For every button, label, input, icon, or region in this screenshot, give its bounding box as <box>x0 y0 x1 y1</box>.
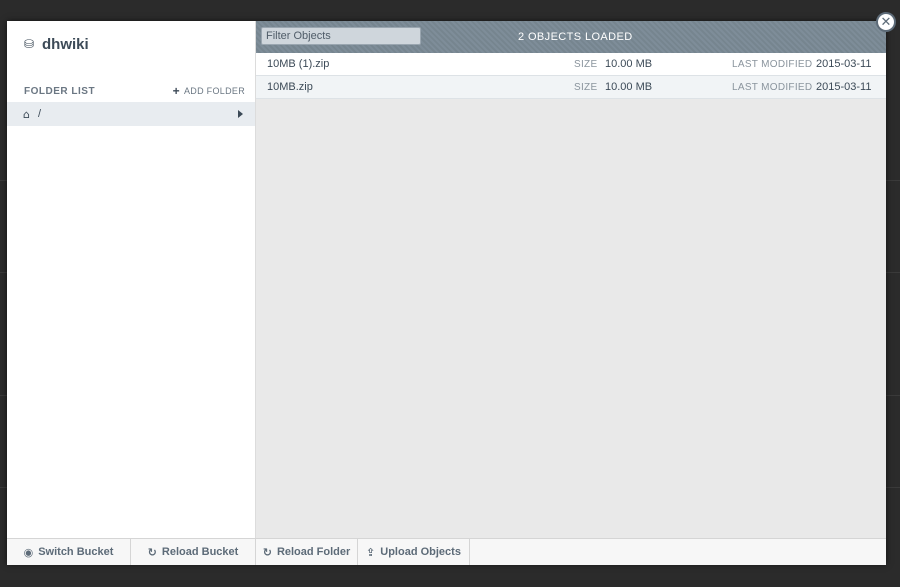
object-panel: 2 OBJECTS LOADED 10MB (1).zip SIZE 10.00… <box>256 21 886 538</box>
sidebar: ⛁ dhwiki FOLDER LIST + ADD FOLDER ⌂ / <box>7 21 256 538</box>
bucket-name: dhwiki <box>42 36 89 53</box>
file-size: 10.00 MB <box>605 58 653 70</box>
reload-folder-label: Reload Folder <box>276 546 351 558</box>
plus-icon: + <box>172 84 180 98</box>
upload-objects-button[interactable]: ⇪ Upload Objects <box>358 539 470 565</box>
size-label: SIZE <box>574 58 598 70</box>
file-name: 10MB.zip <box>267 81 313 93</box>
filter-objects-input[interactable] <box>261 27 421 45</box>
reload-bucket-button[interactable]: ↻ Reload Bucket <box>131 539 256 565</box>
upload-objects-label: Upload Objects <box>380 546 461 558</box>
s3-browser-modal: ⛁ dhwiki FOLDER LIST + ADD FOLDER ⌂ / 2 … <box>7 21 886 565</box>
chevron-right-icon <box>238 110 243 118</box>
switch-bucket-button[interactable]: ◉ Switch Bucket <box>7 539 131 565</box>
last-modified-date: 2015-03-11 <box>816 58 872 70</box>
bucket-title: ⛁ dhwiki <box>24 36 89 53</box>
switch-bucket-label: Switch Bucket <box>38 546 114 558</box>
file-row[interactable]: 10MB.zip SIZE 10.00 MB LAST MODIFIED 201… <box>256 76 886 99</box>
reload-bucket-label: Reload Bucket <box>161 546 239 558</box>
circle-icon: ◉ <box>23 545 34 559</box>
footer-toolbar: ◉ Switch Bucket ↻ Reload Bucket ↻ Reload… <box>7 538 886 565</box>
refresh-icon: ↻ <box>262 545 272 559</box>
add-folder-label: ADD FOLDER <box>183 86 245 96</box>
database-icon: ⛁ <box>24 37 35 51</box>
folder-item-root[interactable]: ⌂ / <box>7 102 255 126</box>
file-name: 10MB (1).zip <box>267 58 330 70</box>
file-row[interactable]: 10MB (1).zip SIZE 10.00 MB LAST MODIFIED… <box>256 53 886 76</box>
refresh-icon: ↻ <box>147 545 157 559</box>
objects-loaded-status: 2 OBJECTS LOADED <box>518 31 633 43</box>
close-icon[interactable]: ✕ <box>876 12 896 32</box>
folder-list-header: FOLDER LIST + ADD FOLDER <box>24 84 245 98</box>
home-icon: ⌂ <box>23 107 30 121</box>
add-folder-button[interactable]: + ADD FOLDER <box>173 84 245 98</box>
reload-folder-button[interactable]: ↻ Reload Folder <box>256 539 358 565</box>
file-size: 10.00 MB <box>605 81 653 93</box>
folder-path: / <box>37 108 42 120</box>
folder-list-label: FOLDER LIST <box>24 85 96 97</box>
upload-icon: ⇪ <box>366 545 376 559</box>
last-modified-date: 2015-03-11 <box>816 81 872 93</box>
size-label: SIZE <box>574 81 598 93</box>
object-toolbar: 2 OBJECTS LOADED <box>256 21 886 53</box>
last-modified-label: LAST MODIFIED <box>732 58 813 70</box>
last-modified-label: LAST MODIFIED <box>732 81 813 93</box>
